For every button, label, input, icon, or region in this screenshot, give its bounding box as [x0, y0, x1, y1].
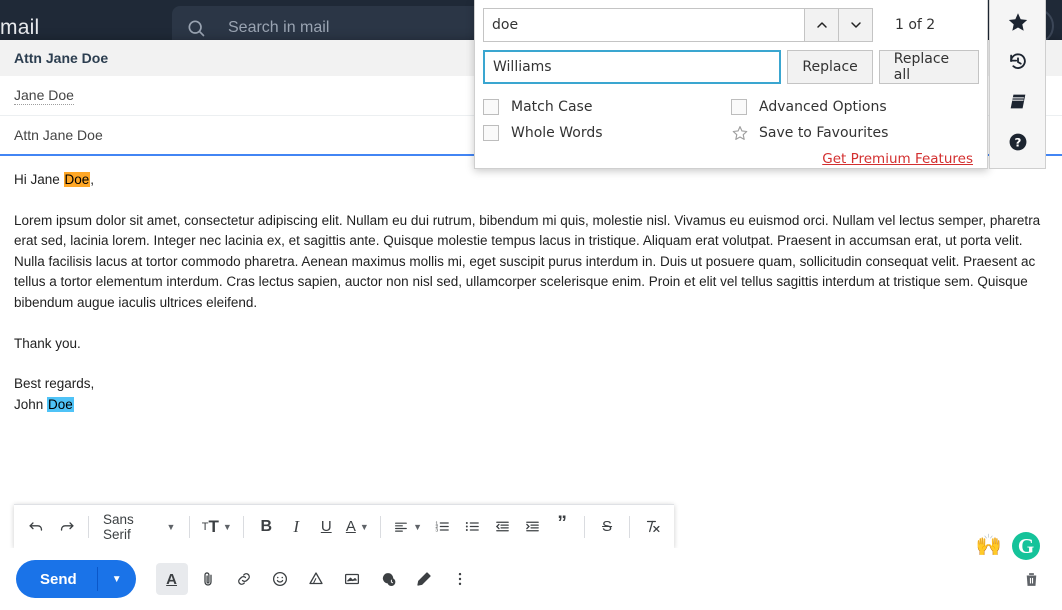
font-family-select[interactable]: Sans Serif ▼: [97, 512, 181, 542]
grammarly-icon[interactable]: G: [1012, 532, 1040, 560]
chevron-down-icon[interactable]: ▼: [98, 574, 136, 585]
help-circle-icon[interactable]: ?: [999, 126, 1037, 158]
match-case-checkbox[interactable]: [483, 99, 499, 115]
history-icon[interactable]: [999, 46, 1037, 78]
search-match-highlight-1: Doe: [63, 172, 91, 187]
numbered-list-icon[interactable]: 1 2 3: [428, 512, 456, 542]
star-outline-icon: [731, 124, 749, 142]
text-size-button[interactable]: TT ▼: [198, 512, 235, 542]
text-color-label: A: [345, 518, 356, 535]
advanced-options-checkbox[interactable]: [731, 99, 747, 115]
confidential-mode-icon[interactable]: [372, 563, 404, 595]
link-icon[interactable]: [228, 563, 260, 595]
chevron-down-icon: ▼: [413, 521, 423, 532]
whole-words-option[interactable]: Whole Words: [483, 120, 731, 146]
find-options: Match Case Whole Words Advanced Options …: [483, 94, 979, 146]
greeting-prefix: Hi Jane: [14, 172, 64, 187]
formatting-toolbar: Sans Serif ▼ TT ▼ B I U A ▼ ▼ 1 2 3 ” S: [14, 504, 674, 548]
indent-decrease-icon[interactable]: [488, 512, 516, 542]
bold-button[interactable]: B: [252, 512, 280, 542]
advanced-options-option[interactable]: Advanced Options: [731, 94, 979, 120]
get-premium-link[interactable]: Get Premium Features: [822, 151, 973, 167]
svg-text:3: 3: [435, 527, 438, 533]
thanks-line: Thank you.: [14, 335, 81, 351]
chevron-down-icon[interactable]: [839, 8, 873, 42]
paperclip-icon[interactable]: [192, 563, 224, 595]
replace-input[interactable]: Williams: [483, 50, 782, 84]
chevron-up-icon[interactable]: [805, 8, 839, 42]
remove-formatting-icon[interactable]: [638, 512, 666, 542]
whole-words-label: Whole Words: [511, 125, 603, 141]
align-left-icon[interactable]: ▼: [389, 512, 426, 542]
replace-button[interactable]: Replace: [787, 50, 873, 84]
emoji-icon[interactable]: [264, 563, 296, 595]
chevron-down-icon: ▼: [222, 521, 232, 532]
chevron-down-icon: ▼: [166, 521, 176, 532]
replace-all-button[interactable]: Replace all: [878, 50, 979, 84]
find-input[interactable]: doe: [483, 8, 805, 42]
save-favourites-option[interactable]: Save to Favourites: [731, 120, 979, 146]
premium-row: Get Premium Features: [483, 148, 979, 167]
toolbar-divider: [629, 515, 631, 538]
save-favourites-label: Save to Favourites: [759, 125, 889, 141]
quote-button[interactable]: ”: [548, 512, 576, 542]
trash-icon[interactable]: [1016, 564, 1046, 594]
italic-button[interactable]: I: [282, 512, 310, 542]
bulleted-list-icon[interactable]: [458, 512, 486, 542]
send-label: Send: [40, 570, 77, 588]
signature-pen-icon[interactable]: [408, 563, 440, 595]
google-drive-icon[interactable]: [300, 563, 332, 595]
search-icon: [186, 18, 206, 38]
options-column-right: Advanced Options Save to Favourites: [731, 94, 979, 146]
advanced-options-label: Advanced Options: [759, 99, 887, 115]
grammarly-widget: 🙌 G: [976, 532, 1040, 560]
text-size-label: T: [208, 516, 219, 536]
signature-line: John Doe: [14, 395, 1048, 416]
recipient-chip[interactable]: Jane Doe: [14, 87, 74, 105]
tool-rail: ?: [989, 0, 1046, 169]
toolbar-divider: [243, 515, 245, 538]
find-replace-dialog: doe 1 of 2 Williams Replace Replace all …: [474, 0, 988, 169]
replace-row: Williams Replace Replace all: [483, 50, 979, 84]
indent-increase-icon[interactable]: [518, 512, 546, 542]
toolbar-divider: [380, 515, 382, 538]
toolbar-divider: [189, 515, 191, 538]
chevron-down-icon: ▼: [359, 521, 369, 532]
body-paragraph: Lorem ipsum dolor sit amet, consectetur …: [14, 212, 1041, 310]
strikethrough-button[interactable]: S: [593, 512, 621, 542]
book-icon[interactable]: [999, 86, 1037, 118]
toolbar-divider: [88, 515, 89, 538]
signoff-line: Best regards,: [14, 376, 95, 392]
compose-actions: A: [155, 563, 476, 595]
find-row: doe 1 of 2: [483, 8, 979, 42]
raising-hands-emoji: 🙌: [975, 534, 1002, 557]
greeting-line: Hi Jane Doe,: [14, 170, 1048, 191]
match-case-option[interactable]: Match Case: [483, 94, 731, 120]
options-column-left: Match Case Whole Words: [483, 94, 731, 146]
format-text-icon[interactable]: A: [155, 563, 188, 595]
send-button[interactable]: Send ▼: [16, 560, 136, 598]
search-match-highlight-2: Doe: [47, 396, 74, 412]
text-color-button[interactable]: A ▼: [342, 512, 372, 542]
greeting-suffix: ,: [90, 172, 95, 187]
toolbar-divider: [584, 515, 586, 538]
star-filled-icon[interactable]: [999, 6, 1037, 38]
signature-prefix: John: [14, 396, 48, 412]
subject-value: Attn Jane Doe: [14, 127, 103, 143]
match-case-label: Match Case: [511, 99, 593, 115]
more-options-icon[interactable]: [444, 563, 476, 595]
redo-icon[interactable]: [52, 512, 80, 542]
font-family-value: Sans Serif: [102, 511, 134, 542]
insert-image-icon[interactable]: [336, 563, 368, 595]
search-placeholder: Search in mail: [228, 19, 330, 36]
svg-text:?: ?: [1014, 136, 1021, 150]
compose-bottom-bar: Send ▼ A: [0, 548, 1062, 610]
bottom-bar-right: [1016, 564, 1046, 594]
undo-icon[interactable]: [22, 512, 50, 542]
underline-button[interactable]: U: [312, 512, 340, 542]
gmail-logo: mail: [0, 16, 40, 39]
match-count: 1 of 2: [895, 17, 936, 33]
whole-words-checkbox[interactable]: [483, 125, 499, 141]
